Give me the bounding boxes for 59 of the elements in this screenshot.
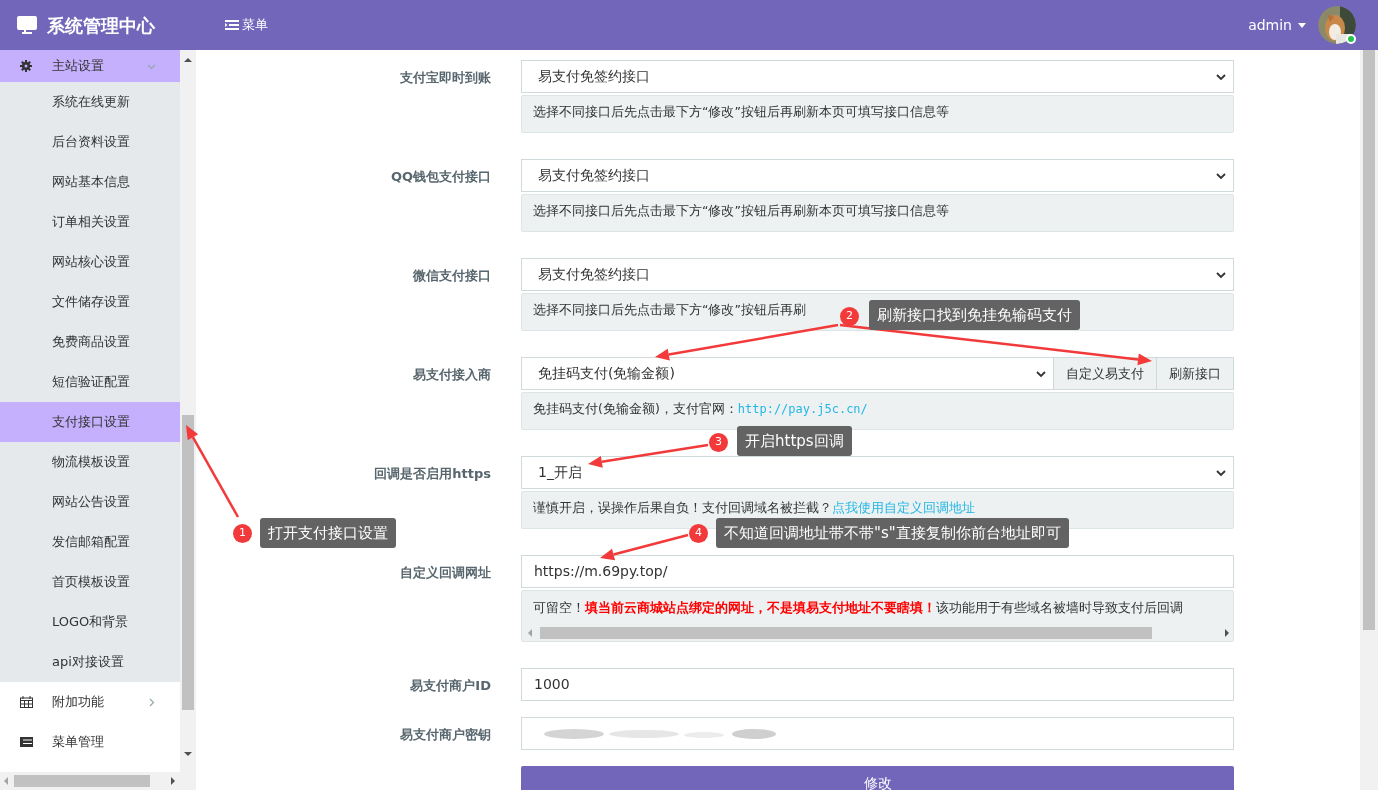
submenu-item[interactable]: api对接设置	[0, 642, 180, 682]
warning-text: 填当前云商城站点绑定的网址，不是填易支付地址不要瞎填！	[585, 599, 936, 618]
submit-button[interactable]: 修改	[521, 766, 1234, 790]
help-text: 选择不同接口后先点击最下方“修改”按钮后再刷新本页可填写接口信息等	[533, 201, 949, 220]
horizontal-scrollbar[interactable]	[0, 772, 180, 790]
dropdown-select[interactable]: 1_开启	[521, 456, 1234, 489]
monitor-icon	[17, 16, 37, 34]
help-text: 选择不同接口后先点击最下方“修改”按钮后再刷	[533, 300, 806, 319]
submenu-item[interactable]: 网站基本信息	[0, 162, 180, 202]
caret-icon	[1298, 22, 1306, 28]
submenu-item[interactable]: 网站公告设置	[0, 482, 180, 522]
chevron-right-icon	[147, 697, 156, 707]
help-text: 选择不同接口后先点击最下方“修改”按钮后再刷新本页可填写接口信息等	[533, 102, 949, 121]
vertical-scrollbar[interactable]	[1360, 50, 1378, 790]
field-label: QQ钱包支付接口	[389, 168, 491, 186]
menu-toggle[interactable]: 菜单	[225, 15, 268, 35]
gear-icon	[20, 60, 32, 72]
field-label: 回调是否启用https	[373, 465, 491, 483]
field-label: 易支付商户ID	[409, 677, 491, 695]
field-label: 自定义回调网址	[399, 564, 491, 582]
action-button[interactable]: 自定义易支付	[1054, 357, 1157, 390]
annotation-callout: 开启https回调	[737, 426, 852, 456]
dropdown-select[interactable]: 易支付免签约接口	[521, 258, 1234, 291]
submenu-item[interactable]: 物流模板设置	[0, 442, 180, 482]
submenu-item[interactable]: 系统在线更新	[0, 82, 180, 122]
user-menu[interactable]: admin	[1248, 14, 1306, 36]
input-field[interactable]: 1000	[521, 668, 1234, 701]
dropdown-select[interactable]: 易支付免签约接口	[521, 159, 1234, 192]
action-button[interactable]: 刷新接口	[1157, 357, 1234, 390]
submenu-item[interactable]: 首页模板设置	[0, 562, 180, 602]
menu-icon	[225, 20, 239, 30]
list-icon	[20, 737, 33, 747]
dropdown-select[interactable]: 易支付免签约接口	[521, 60, 1234, 93]
field-label: 易支付接入商	[412, 366, 491, 384]
help-text: 该功能用于有些域名被墙时导致支付后回调	[936, 599, 1183, 618]
input-field[interactable]: https://m.69py.top/	[521, 555, 1234, 588]
help-text: 免挂码支付(免输金额)，支付官网：	[533, 399, 738, 418]
submenu-item[interactable]: 文件储存设置	[0, 282, 180, 322]
submenu-item[interactable]: 免费商品设置	[0, 322, 180, 362]
calendar-icon	[20, 696, 33, 708]
field-label: 支付宝即时到账	[399, 69, 491, 87]
field-label: 易支付商户密钥	[399, 726, 491, 744]
submenu-item[interactable]: 网站核心设置	[0, 242, 180, 282]
annotation-callout: 打开支付接口设置	[260, 518, 396, 548]
submenu-item[interactable]: 后台资料设置	[0, 122, 180, 162]
submenu-item[interactable]: 发信邮箱配置	[0, 522, 180, 562]
field-label: 微信支付接口	[412, 267, 491, 285]
app-title: 系统管理中心	[47, 13, 155, 38]
sidebar-item[interactable]: 主站设置	[0, 50, 180, 82]
submenu-item[interactable]: 支付接口设置	[0, 402, 180, 442]
submenu-item[interactable]: 短信验证配置	[0, 362, 180, 402]
submenu-item[interactable]: LOGO和背景	[0, 602, 180, 642]
annotation-callout: 刷新接口找到免挂免输码支付	[869, 300, 1080, 330]
help-text: 谨慎开启，误操作后果自负！支付回调域名被拦截？	[533, 498, 832, 517]
secret-field[interactable]	[521, 717, 1234, 750]
help-text: 可留空！	[533, 599, 585, 618]
dropdown-select[interactable]: 免挂码支付(免输金额)	[521, 357, 1054, 390]
annotation-callout: 不知道回调地址带不带"s"直接复制你前台地址即可	[716, 518, 1069, 548]
submenu-item[interactable]: 订单相关设置	[0, 202, 180, 242]
